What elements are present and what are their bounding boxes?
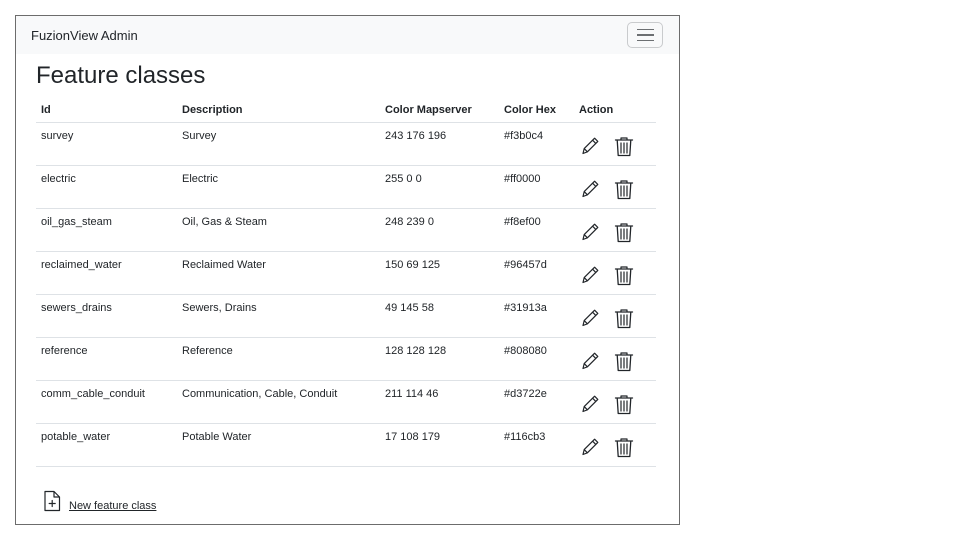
cell-color-mapserver: 128 128 128 <box>380 337 499 381</box>
cell-color-mapserver: 150 69 125 <box>380 251 499 295</box>
table-row: comm_cable_conduit Communication, Cable, … <box>36 380 656 424</box>
file-plus-icon[interactable] <box>43 490 61 512</box>
delete-trash-icon[interactable] <box>613 221 635 243</box>
hamburger-icon-line <box>636 39 654 42</box>
cell-id: survey <box>36 122 177 166</box>
app-window: FuzionView Admin Feature classes Id Desc… <box>15 15 680 525</box>
cell-color-hex: #808080 <box>499 337 574 381</box>
cell-description: Survey <box>177 122 380 166</box>
table-row: survey Survey 243 176 196 #f3b0c4 <box>36 122 656 166</box>
table-header-row: Id Description Color Mapserver Color Hex… <box>36 98 656 123</box>
hamburger-icon-line <box>636 34 654 36</box>
delete-trash-icon[interactable] <box>613 350 635 372</box>
navbar-brand[interactable]: FuzionView Admin <box>31 28 138 43</box>
column-header-description: Description <box>177 98 380 123</box>
cell-description: Potable Water <box>177 423 380 467</box>
delete-trash-icon[interactable] <box>613 264 635 286</box>
cell-actions <box>574 423 656 467</box>
cell-id: sewers_drains <box>36 294 177 338</box>
hamburger-icon-line <box>636 28 654 31</box>
delete-trash-icon[interactable] <box>613 436 635 458</box>
feature-classes-table: Id Description Color Mapserver Color Hex… <box>36 98 656 467</box>
cell-color-hex: #96457d <box>499 251 574 295</box>
cell-color-hex: #f8ef00 <box>499 208 574 252</box>
cell-id: oil_gas_steam <box>36 208 177 252</box>
edit-pencil-icon[interactable] <box>579 135 601 157</box>
table-body: survey Survey 243 176 196 #f3b0c4 electric El… <box>36 122 656 467</box>
navbar: FuzionView Admin <box>16 16 679 54</box>
table-row: potable_water Potable Water 17 108 179 #116… <box>36 423 656 467</box>
cell-description: Electric <box>177 165 380 209</box>
edit-pencil-icon[interactable] <box>579 307 601 329</box>
cell-color-hex: #116cb3 <box>499 423 574 467</box>
delete-trash-icon[interactable] <box>613 393 635 415</box>
cell-id: reference <box>36 337 177 381</box>
cell-actions <box>574 251 656 295</box>
cell-color-hex: #f3b0c4 <box>499 122 574 166</box>
table-row: reclaimed_water Reclaimed Water 150 69 125… <box>36 251 656 295</box>
cell-description: Sewers, Drains <box>177 294 380 338</box>
cell-actions <box>574 122 656 166</box>
cell-description: Reclaimed Water <box>177 251 380 295</box>
column-header-id: Id <box>36 98 177 123</box>
column-header-action: Action <box>574 98 656 123</box>
page-title: Feature classes <box>36 62 206 89</box>
edit-pencil-icon[interactable] <box>579 221 601 243</box>
cell-color-hex: #31913a <box>499 294 574 338</box>
column-header-color-mapserver: Color Mapserver <box>380 98 499 123</box>
edit-pencil-icon[interactable] <box>579 178 601 200</box>
edit-pencil-icon[interactable] <box>579 264 601 286</box>
cell-color-mapserver: 17 108 179 <box>380 423 499 467</box>
edit-pencil-icon[interactable] <box>579 350 601 372</box>
cell-color-hex: #ff0000 <box>499 165 574 209</box>
cell-actions <box>574 294 656 338</box>
cell-id: electric <box>36 165 177 209</box>
cell-description: Communication, Cable, Conduit <box>177 380 380 424</box>
new-feature-class-link[interactable]: New feature class <box>69 500 156 512</box>
cell-actions <box>574 380 656 424</box>
edit-pencil-icon[interactable] <box>579 393 601 415</box>
cell-id: comm_cable_conduit <box>36 380 177 424</box>
cell-description: Oil, Gas & Steam <box>177 208 380 252</box>
table-row: sewers_drains Sewers, Drains 49 145 58 #319… <box>36 294 656 338</box>
cell-color-mapserver: 255 0 0 <box>380 165 499 209</box>
table-row: reference Reference 128 128 128 #808080 <box>36 337 656 381</box>
table-row: electric Electric 255 0 0 #ff0000 <box>36 165 656 209</box>
cell-color-mapserver: 248 239 0 <box>380 208 499 252</box>
cell-actions <box>574 208 656 252</box>
navbar-toggler-button[interactable] <box>627 22 663 48</box>
table-row: oil_gas_steam Oil, Gas & Steam 248 239 0 #f… <box>36 208 656 252</box>
cell-color-mapserver: 49 145 58 <box>380 294 499 338</box>
cell-color-mapserver: 243 176 196 <box>380 122 499 166</box>
cell-id: potable_water <box>36 423 177 467</box>
cell-color-hex: #d3722e <box>499 380 574 424</box>
edit-pencil-icon[interactable] <box>579 436 601 458</box>
cell-actions <box>574 165 656 209</box>
cell-color-mapserver: 211 114 46 <box>380 380 499 424</box>
cell-actions <box>574 337 656 381</box>
column-header-color-hex: Color Hex <box>499 98 574 123</box>
cell-description: Reference <box>177 337 380 381</box>
cell-id: reclaimed_water <box>36 251 177 295</box>
delete-trash-icon[interactable] <box>613 135 635 157</box>
delete-trash-icon[interactable] <box>613 178 635 200</box>
delete-trash-icon[interactable] <box>613 307 635 329</box>
new-feature-class-link-group[interactable]: New feature class <box>43 490 156 512</box>
